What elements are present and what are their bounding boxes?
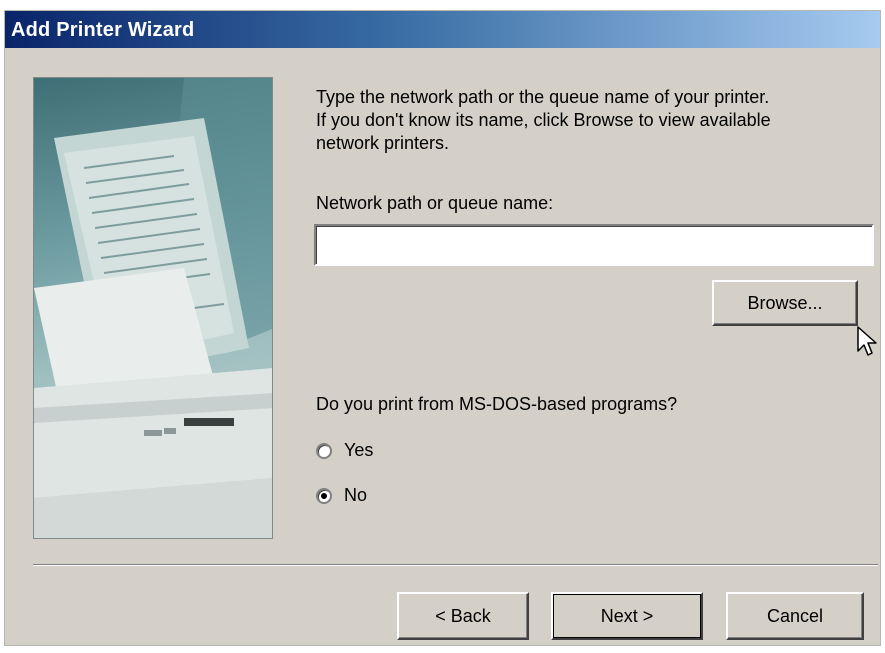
- footer-separator: [33, 564, 878, 566]
- radio-no-label: No: [344, 485, 368, 505]
- radio-button-icon[interactable]: [316, 442, 332, 459]
- msdos-question: Do you print from MS-DOS-based programs?: [316, 394, 678, 414]
- back-button[interactable]: < Back: [397, 592, 529, 640]
- printer-paper-illustration: [34, 78, 272, 538]
- intro-text: Type the network path or the queue name …: [316, 87, 771, 153]
- network-path-input[interactable]: [314, 224, 874, 266]
- window-title: Add Printer Wizard: [11, 19, 195, 41]
- arrow-cursor-icon: [857, 326, 877, 356]
- radio-yes[interactable]: Yes: [316, 440, 373, 461]
- network-path-label: Network path or queue name:: [316, 193, 554, 213]
- radio-yes-label: Yes: [344, 440, 374, 460]
- radio-button-icon[interactable]: [316, 487, 332, 504]
- browse-button[interactable]: Browse...: [712, 280, 858, 326]
- wizard-illustration: [33, 77, 273, 539]
- cancel-button[interactable]: Cancel: [726, 592, 864, 640]
- radio-no[interactable]: No: [316, 485, 367, 506]
- next-button[interactable]: Next >: [551, 592, 703, 640]
- add-printer-wizard-dialog: Add Printer Wizard Type the network path…: [4, 10, 881, 646]
- title-bar[interactable]: Add Printer Wizard: [5, 11, 880, 48]
